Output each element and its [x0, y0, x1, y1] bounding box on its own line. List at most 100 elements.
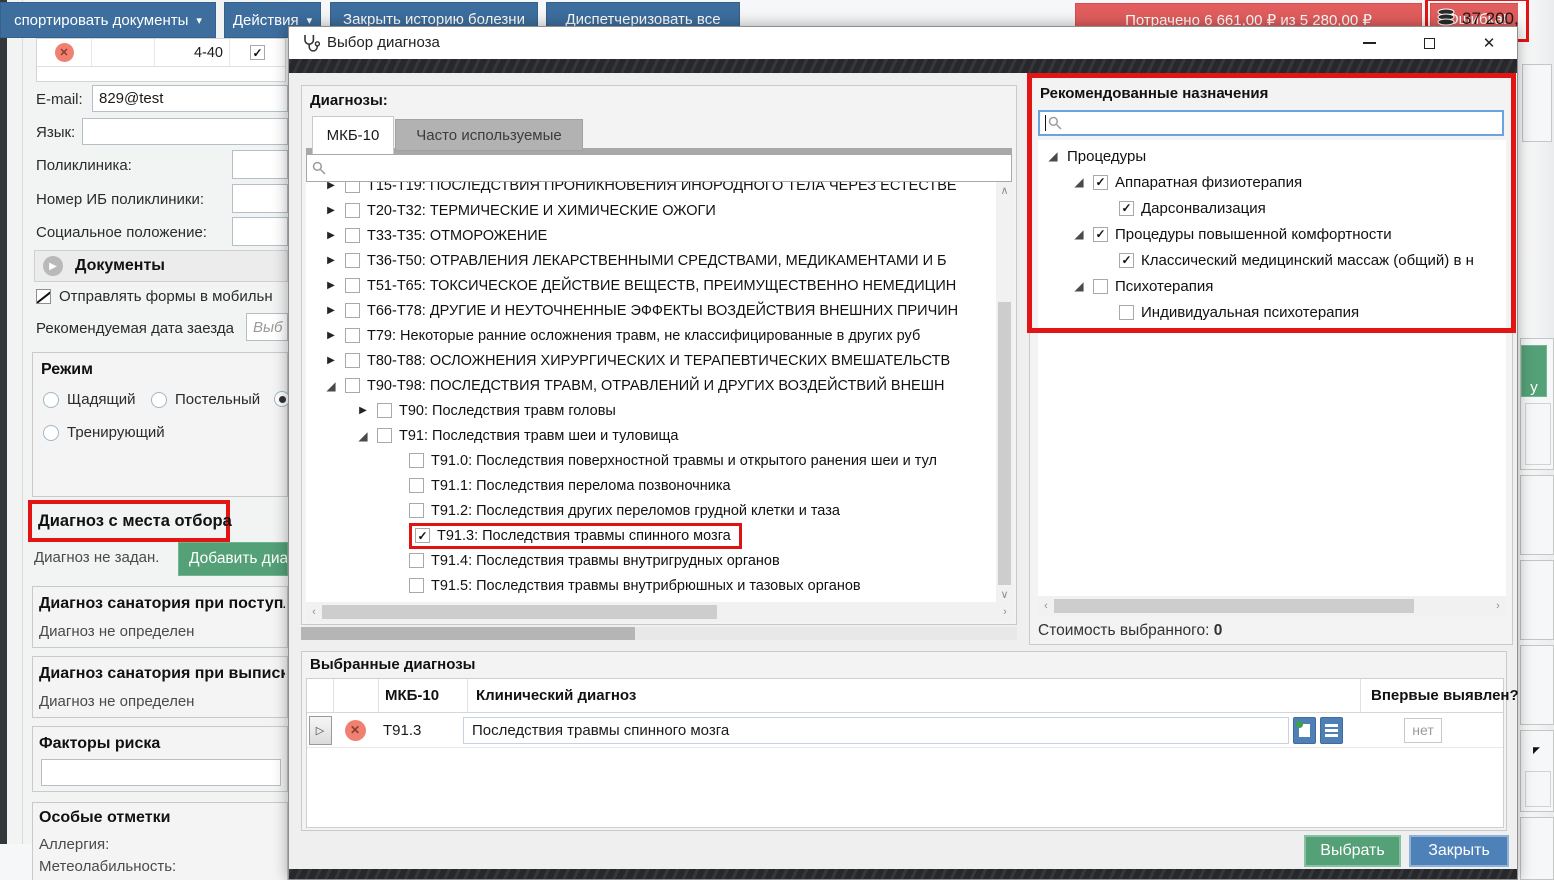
copy-icon-button[interactable]: [1320, 717, 1343, 744]
checkbox-unchecked[interactable]: [409, 503, 424, 518]
checkbox-unchecked[interactable]: [409, 578, 424, 593]
mini-table-checkbox[interactable]: ✓: [250, 45, 265, 60]
icd-horizontal-scrollbar[interactable]: ‹ ›: [306, 602, 1013, 622]
minimize-button[interactable]: [1349, 29, 1389, 57]
checkbox-unchecked[interactable]: [345, 228, 360, 243]
icd-tree-item[interactable]: ▶T66-T78: ДРУГИЕ И НЕУТОЧНЕННЫЕ ЭФФЕКТЫ …: [306, 298, 996, 323]
collapse-arrow-icon[interactable]: ◢: [324, 380, 338, 392]
checkbox-unchecked[interactable]: [345, 253, 360, 268]
meteolability-label: Метеолабильность:: [39, 858, 176, 875]
tab-frequently-used[interactable]: Часто используемые: [395, 119, 583, 151]
checkbox-unchecked[interactable]: [345, 353, 360, 368]
dispatch-all-label: Диспетчеризовать все: [565, 11, 720, 28]
icd-tree-item[interactable]: T91.1: Последствия перелома позвоночника: [306, 473, 996, 498]
risk-factors-field[interactable]: [41, 759, 281, 786]
icd-tree-item[interactable]: ◢T90-T98: ПОСЛЕДСТВИЯ ТРАВМ, ОТРАВЛЕНИЙ …: [306, 373, 996, 398]
icd-tree-item[interactable]: T91.4: Последствия травмы внутригрудных …: [306, 548, 996, 573]
expand-arrow-icon[interactable]: ▶: [324, 206, 338, 216]
scrollbar-thumb[interactable]: [322, 605, 717, 619]
mode-radio-bed[interactable]: Постельный: [151, 391, 260, 408]
email-field[interactable]: 829@test: [92, 85, 288, 112]
scroll-down-icon[interactable]: ∨: [996, 586, 1013, 602]
mode-radio-training[interactable]: Тренирующий: [43, 424, 165, 441]
checkbox-unchecked[interactable]: [345, 182, 360, 193]
scroll-right-icon[interactable]: ›: [1490, 596, 1506, 616]
radio-icon[interactable]: [43, 425, 59, 441]
checkbox-unchecked[interactable]: [377, 403, 392, 418]
clinic-history-number-field[interactable]: [232, 184, 288, 213]
expand-arrow-icon[interactable]: ▶: [324, 356, 338, 366]
checkbox-unchecked[interactable]: [409, 478, 424, 493]
documents-expander[interactable]: ▶ Документы: [34, 250, 288, 282]
icd-tree-item[interactable]: ▶T80-T88: ОСЛОЖНЕНИЯ ХИРУРГИЧЕСКИХ И ТЕР…: [306, 348, 996, 373]
checkbox-unchecked[interactable]: [409, 453, 424, 468]
language-field[interactable]: [82, 118, 288, 145]
scroll-left-icon[interactable]: ‹: [1038, 596, 1054, 616]
expand-arrow-icon[interactable]: ▶: [324, 256, 338, 266]
close-dialog-button[interactable]: ✕: [1469, 29, 1509, 57]
radio-icon[interactable]: [151, 392, 167, 408]
close-button[interactable]: Закрыть: [1409, 835, 1509, 867]
scrollbar-thumb[interactable]: [998, 302, 1011, 585]
send-forms-checkbox[interactable]: [36, 289, 51, 304]
first-detected-value: нет: [1412, 722, 1433, 738]
scrollbar-thumb[interactable]: [301, 627, 635, 640]
expand-arrow-icon[interactable]: ▶: [324, 331, 338, 341]
icd-tree-item[interactable]: ▶T15-T19: ПОСЛЕДСТВИЯ ПРОНИКНОВЕНИЯ ИНОР…: [306, 182, 996, 198]
select-button[interactable]: Выбрать: [1304, 835, 1401, 867]
expand-arrow-icon[interactable]: ▶: [324, 231, 338, 241]
expand-arrow-icon[interactable]: ▶: [324, 306, 338, 316]
export-documents-button[interactable]: спортировать документы ▾: [0, 2, 216, 38]
arrival-date-field[interactable]: Выб: [246, 313, 288, 341]
checkbox-unchecked[interactable]: [345, 378, 360, 393]
add-diagnosis-button[interactable]: Добавить диа: [178, 542, 288, 576]
dialog-titlebar[interactable]: Выбор диагноза ✕: [289, 27, 1517, 60]
panel-horizontal-scrollbar[interactable]: [301, 627, 1017, 640]
icd-tree-item[interactable]: ▶T33-T35: ОТМОРОЖЕНИЕ: [306, 223, 996, 248]
checkbox-unchecked[interactable]: [377, 428, 392, 443]
icd-search-input[interactable]: [306, 154, 1012, 182]
icd-tree-item[interactable]: ✓T91.3: Последствия травмы спинного мозг…: [306, 523, 996, 548]
icd-tree-item[interactable]: ▶T79: Некоторые ранние осложнения травм,…: [306, 323, 996, 348]
scrollbar-thumb[interactable]: [1054, 599, 1414, 613]
add-note-icon-button[interactable]: [1293, 717, 1316, 744]
first-detected-field[interactable]: нет: [1404, 718, 1442, 743]
recommended-horizontal-scrollbar[interactable]: ‹ ›: [1038, 596, 1506, 616]
expand-arrow-icon[interactable]: ▶: [324, 182, 338, 191]
diagnoses-label: Диагнозы:: [310, 92, 388, 109]
clinic-field[interactable]: [232, 150, 288, 179]
row-expander-button[interactable]: ▷: [309, 716, 332, 745]
checkbox-unchecked[interactable]: [345, 278, 360, 293]
table-row[interactable]: ▷ ✕ T91.3 Последствия травмы спинного мо…: [307, 713, 1503, 748]
social-status-field[interactable]: [232, 217, 288, 246]
scroll-up-icon[interactable]: ∧: [996, 182, 1013, 198]
radio-icon[interactable]: [43, 392, 59, 408]
scroll-left-icon[interactable]: ‹: [306, 602, 322, 622]
expand-arrow-icon[interactable]: ▶: [324, 281, 338, 291]
icd-tree-item[interactable]: ▶T51-T65: ТОКСИЧЕСКОЕ ДЕЙСТВИЕ ВЕЩЕСТВ, …: [306, 273, 996, 298]
maximize-button[interactable]: [1409, 29, 1449, 57]
send-forms-checkbox-row[interactable]: Отправлять формы в мобильн: [36, 288, 273, 305]
icd-tree-item[interactable]: T91.2: Последствия других переломов груд…: [306, 498, 996, 523]
checkbox-unchecked[interactable]: [409, 553, 424, 568]
icd-vertical-scrollbar[interactable]: ∧ ∨: [996, 182, 1013, 602]
collapse-arrow-icon[interactable]: ◢: [356, 430, 370, 442]
checkbox-unchecked[interactable]: [345, 203, 360, 218]
email-label: E-mail:: [36, 91, 83, 108]
checkbox-checked[interactable]: ✓: [415, 528, 430, 543]
icd-tree-item[interactable]: ◢T91: Последствия травм шеи и туловища: [306, 423, 996, 448]
icd-tree-item[interactable]: T91.5: Последствия травмы внутрибрюшных …: [306, 573, 996, 598]
icd-tree-item[interactable]: ▶T20-T32: ТЕРМИЧЕСКИЕ И ХИМИЧЕСКИЕ ОЖОГИ: [306, 198, 996, 223]
diagnosis-text-field[interactable]: Последствия травмы спинного мозга: [463, 717, 1289, 744]
mode-radio-gentle[interactable]: Щадящий: [43, 391, 136, 408]
icd-tree-item[interactable]: ▶T36-T50: ОТРАВЛЕНИЯ ЛЕКАРСТВЕННЫМИ СРЕД…: [306, 248, 996, 273]
checkbox-unchecked[interactable]: [345, 303, 360, 318]
delete-row-icon[interactable]: ✕: [55, 43, 74, 62]
checkbox-unchecked[interactable]: [345, 328, 360, 343]
expand-arrow-icon[interactable]: ▶: [356, 406, 370, 416]
tab-mkb10[interactable]: МКБ-10: [312, 116, 394, 154]
scroll-right-icon[interactable]: ›: [997, 602, 1013, 622]
icd-tree-item[interactable]: T91.0: Последствия поверхностной травмы …: [306, 448, 996, 473]
delete-diagnosis-icon[interactable]: ✕: [345, 720, 366, 741]
icd-tree-item[interactable]: ▶T90: Последствия травм головы: [306, 398, 996, 423]
